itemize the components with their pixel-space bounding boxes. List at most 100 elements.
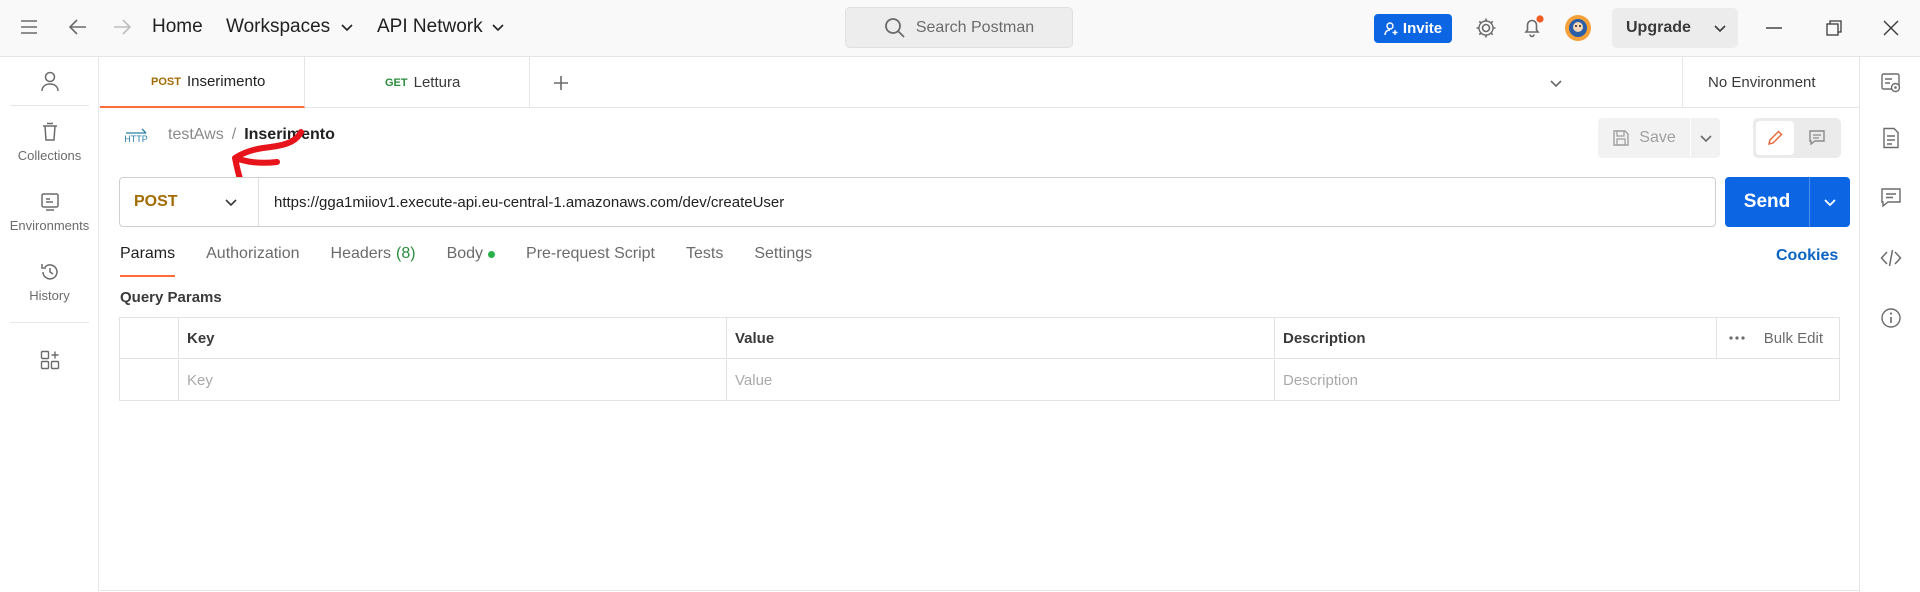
environment-quick-look-icon[interactable] bbox=[1880, 72, 1902, 94]
info-icon[interactable] bbox=[1880, 307, 1902, 329]
configure-workbench-icon[interactable] bbox=[0, 350, 99, 370]
sidebar-item-label: Collections bbox=[17, 148, 82, 163]
method-select[interactable]: POST bbox=[120, 178, 259, 226]
sidebar-divider bbox=[10, 105, 89, 106]
param-description-input[interactable]: Description bbox=[1275, 360, 1839, 401]
row-checkbox-cell bbox=[120, 360, 179, 401]
comment-icon[interactable] bbox=[1798, 121, 1836, 155]
save-disk-icon bbox=[1612, 129, 1630, 147]
add-user-icon bbox=[1384, 21, 1398, 36]
save-group: Save bbox=[1598, 118, 1720, 158]
notifications-bell-icon[interactable] bbox=[1521, 15, 1545, 39]
tab-label: Inserimento bbox=[186, 73, 266, 90]
save-options-chevron-icon[interactable] bbox=[1690, 118, 1720, 158]
history-clock-icon bbox=[40, 262, 60, 282]
column-header-value: Value bbox=[727, 318, 1275, 358]
query-params-table: Key Value Description Bulk Edit Key Valu… bbox=[119, 317, 1840, 401]
search-icon bbox=[884, 17, 906, 39]
tabs-overflow-chevron-icon[interactable] bbox=[1546, 57, 1566, 108]
cookies-link[interactable]: Cookies bbox=[1776, 247, 1838, 265]
sidebar-divider bbox=[10, 322, 89, 323]
tab-method: GET bbox=[385, 76, 408, 89]
top-bar: Home Workspaces API Network Search Postm… bbox=[0, 0, 1920, 57]
tab-label: Body bbox=[446, 245, 484, 262]
http-request-icon: HTTP bbox=[124, 127, 148, 144]
edit-pencil-icon[interactable] bbox=[1756, 121, 1794, 155]
sidebar-item-history[interactable]: History bbox=[0, 262, 99, 303]
column-header-description: Description bbox=[1275, 318, 1717, 358]
restore-window-icon[interactable] bbox=[1826, 20, 1842, 36]
method-label: POST bbox=[134, 193, 178, 210]
table-row: Key Value Description bbox=[120, 360, 1839, 401]
breadcrumb-collection[interactable]: testAws bbox=[168, 126, 224, 144]
minimize-window-icon[interactable] bbox=[1766, 27, 1782, 29]
request-url-bar: POST https://gga1miiov1.execute-api.eu-c… bbox=[119, 177, 1716, 227]
collections-trash-icon bbox=[40, 122, 60, 142]
new-tab-plus-icon[interactable] bbox=[546, 57, 576, 108]
tab-label: Lettura bbox=[413, 74, 461, 91]
headers-count: (8) bbox=[396, 245, 416, 262]
search-placeholder: Search Postman bbox=[915, 18, 1035, 36]
comments-icon[interactable] bbox=[1880, 187, 1902, 209]
chevron-down-icon bbox=[491, 20, 505, 34]
forward-arrow-icon[interactable] bbox=[112, 18, 132, 36]
chevron-down-icon bbox=[340, 20, 354, 34]
tab-authorization[interactable]: Authorization bbox=[206, 241, 299, 277]
save-button[interactable]: Save bbox=[1598, 118, 1690, 158]
tab-method: POST bbox=[151, 75, 181, 88]
code-snippet-icon[interactable] bbox=[1880, 247, 1902, 269]
tab-prerequest-script[interactable]: Pre-request Script bbox=[526, 241, 655, 277]
param-key-input[interactable]: Key bbox=[179, 360, 727, 401]
send-options-chevron-icon[interactable] bbox=[1809, 177, 1850, 227]
api-network-menu[interactable]: API Network bbox=[377, 16, 505, 38]
bulk-edit-cell: Bulk Edit bbox=[1717, 318, 1839, 358]
workspaces-label: Workspaces bbox=[226, 16, 331, 37]
invite-button[interactable]: Invite bbox=[1374, 14, 1452, 43]
home-link[interactable]: Home bbox=[152, 16, 203, 38]
tab-settings[interactable]: Settings bbox=[754, 241, 812, 277]
settings-gear-icon[interactable] bbox=[1475, 17, 1497, 39]
tab-body[interactable]: Body bbox=[446, 241, 496, 277]
send-group: Send bbox=[1725, 177, 1850, 227]
bottom-divider bbox=[100, 590, 1859, 591]
more-options-icon[interactable] bbox=[1729, 336, 1745, 340]
tab-inserimento[interactable]: POST Inserimento bbox=[100, 57, 305, 108]
avatar[interactable] bbox=[1564, 14, 1592, 42]
param-value-input[interactable]: Value bbox=[727, 360, 1275, 401]
back-arrow-icon[interactable] bbox=[68, 18, 88, 36]
save-label: Save bbox=[1639, 129, 1676, 146]
menu-icon[interactable] bbox=[20, 20, 38, 34]
sidebar-item-collections[interactable]: Collections bbox=[0, 122, 99, 163]
left-sidebar: Collections Environments History bbox=[0, 57, 99, 592]
documentation-icon[interactable] bbox=[1880, 127, 1902, 149]
send-button[interactable]: Send bbox=[1725, 177, 1809, 227]
request-tabs-bar: POST Inserimento GET Lettura No Environm… bbox=[100, 57, 1859, 108]
tab-tests[interactable]: Tests bbox=[686, 241, 723, 277]
body-status-dot bbox=[488, 250, 496, 258]
account-user-icon[interactable] bbox=[0, 71, 99, 93]
upgrade-label: Upgrade bbox=[1626, 19, 1691, 36]
tab-label: Headers bbox=[330, 245, 391, 262]
environments-icon bbox=[40, 192, 60, 212]
column-header-key: Key bbox=[179, 318, 727, 358]
bulk-edit-button[interactable]: Bulk Edit bbox=[1764, 330, 1823, 347]
http-protocol-label: HTTP bbox=[124, 133, 148, 144]
url-input[interactable]: https://gga1miiov1.execute-api.eu-centra… bbox=[259, 194, 1715, 211]
invite-label: Invite bbox=[1402, 20, 1443, 37]
view-mode-toggle bbox=[1753, 118, 1841, 158]
api-network-label: API Network bbox=[377, 16, 483, 37]
tab-params[interactable]: Params bbox=[120, 241, 176, 277]
query-params-title: Query Params bbox=[120, 289, 222, 306]
sidebar-item-label: History bbox=[29, 288, 70, 303]
sidebar-item-environments[interactable]: Environments bbox=[0, 192, 99, 233]
search-input[interactable]: Search Postman bbox=[845, 7, 1073, 48]
chevron-down-icon bbox=[224, 195, 238, 209]
tab-lettura[interactable]: GET Lettura bbox=[315, 57, 530, 108]
workspaces-menu[interactable]: Workspaces bbox=[226, 16, 354, 38]
right-sidebar bbox=[1859, 57, 1920, 592]
sidebar-item-label: Environments bbox=[9, 218, 90, 233]
close-window-icon[interactable] bbox=[1883, 20, 1899, 36]
tab-headers[interactable]: Headers (8) bbox=[331, 241, 416, 277]
chevron-down-icon bbox=[1713, 21, 1727, 35]
upgrade-button[interactable]: Upgrade bbox=[1612, 8, 1738, 48]
